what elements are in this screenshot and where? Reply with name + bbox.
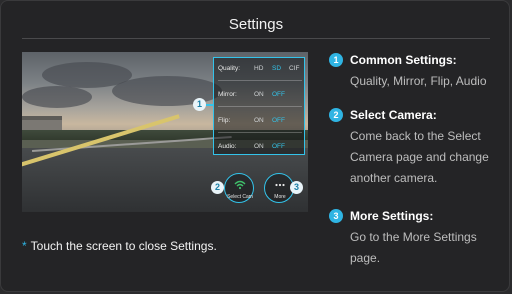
help-heading: Common Settings:: [350, 53, 457, 67]
help-line: Quality, Mirror, Flip, Audio: [350, 74, 487, 88]
flip-off-option[interactable]: OFF: [272, 117, 285, 124]
dialog-title: Settings: [228, 16, 284, 33]
help-line: Go to the More Settings: [350, 230, 477, 244]
callout-badge-3: 3: [290, 181, 303, 194]
help-line: another camera.: [350, 171, 438, 185]
overlay-divider: [218, 132, 302, 133]
help-text: Go to the More Settings page.: [350, 227, 477, 269]
mirror-off-option[interactable]: OFF: [272, 91, 285, 98]
quality-cif-option[interactable]: CIF: [289, 65, 299, 72]
audio-on-option[interactable]: ON: [254, 143, 264, 150]
help-heading: Select Camera:: [350, 108, 437, 122]
audio-label: Audio:: [218, 143, 237, 150]
note-star: *: [22, 239, 27, 253]
overlay-divider: [218, 106, 302, 107]
help-more-settings: More Settings: Go to the More Settings p…: [350, 209, 477, 269]
help-text: Come back to the Select Camera page and …: [350, 126, 489, 189]
help-number-1: 1: [329, 53, 343, 67]
quality-hd-option[interactable]: HD: [254, 65, 263, 72]
help-select-camera: Select Camera: Come back to the Select C…: [350, 108, 489, 189]
callout-badge-2: 2: [211, 181, 224, 194]
more-caption: More: [274, 194, 286, 200]
flip-row: Flip: ON OFF: [218, 117, 304, 127]
mirror-on-option[interactable]: ON: [254, 91, 264, 98]
help-common-settings: Common Settings: Quality, Mirror, Flip, …: [350, 53, 487, 92]
audio-off-option[interactable]: OFF: [272, 143, 285, 150]
help-line: Camera page and change: [350, 150, 489, 164]
flip-label: Flip:: [218, 117, 231, 124]
help-line: page.: [350, 251, 381, 265]
preview-cloud: [22, 86, 92, 108]
help-line: Come back to the Select: [350, 129, 481, 143]
select-camera-caption: Select Cam: [227, 194, 253, 200]
help-text: Quality, Mirror, Flip, Audio: [350, 71, 487, 92]
flip-on-option[interactable]: ON: [254, 117, 264, 124]
overlay-divider: [218, 80, 302, 81]
callout-leader-1: [206, 104, 214, 106]
select-camera-button[interactable]: Select Cam: [224, 173, 254, 203]
quality-row: Quality: HD SD CIF: [218, 65, 304, 75]
title-divider: [22, 38, 490, 39]
common-settings-overlay: Quality: HD SD CIF Mirror: ON OFF Flip: …: [213, 57, 305, 155]
help-number-3: 3: [329, 209, 343, 223]
quality-label: Quality:: [218, 65, 241, 72]
quality-sd-option[interactable]: SD: [272, 65, 281, 72]
callout-badge-1: 1: [193, 98, 206, 111]
help-heading: More Settings:: [350, 209, 434, 223]
help-number-2: 2: [329, 108, 343, 122]
more-dots-icon: [275, 183, 285, 187]
wifi-icon: [234, 180, 246, 190]
audio-row: Audio: ON OFF: [218, 143, 304, 153]
mirror-label: Mirror:: [218, 91, 237, 98]
close-hint: * Touch the screen to close Settings.: [22, 239, 217, 253]
mirror-row: Mirror: ON OFF: [218, 91, 304, 101]
note-text: Touch the screen to close Settings.: [30, 239, 217, 253]
